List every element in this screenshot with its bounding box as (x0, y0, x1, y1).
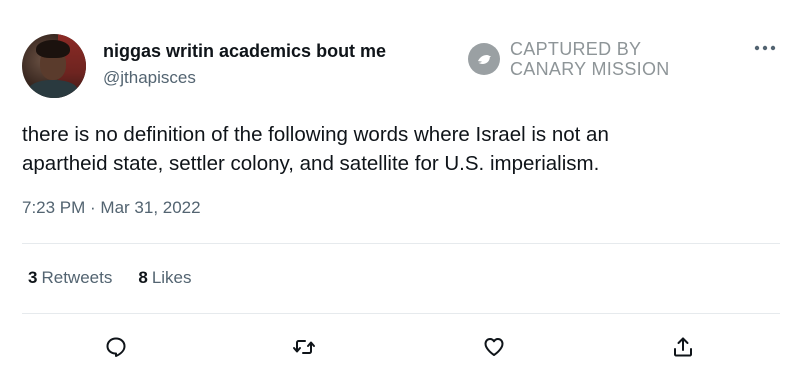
tweet-text: there is no definition of the following … (22, 120, 762, 178)
retweets-stat[interactable]: 3 Retweets (28, 268, 112, 288)
avatar-hair (36, 40, 70, 58)
share-button[interactable] (666, 330, 700, 364)
action-bar (0, 330, 800, 364)
reply-icon (106, 337, 126, 357)
divider (22, 313, 780, 314)
likes-label: Likes (151, 268, 192, 287)
bird-logo-icon (468, 43, 500, 75)
retweets-count: 3 (28, 268, 38, 287)
tweet-text-line-1: there is no definition of the following … (22, 123, 609, 146)
heart-icon (484, 338, 504, 356)
like-button[interactable] (477, 330, 511, 364)
tweet-card: niggas writin academics bout me @jthapis… (0, 0, 800, 376)
reply-button[interactable] (99, 330, 133, 364)
retweet-icon (293, 340, 315, 354)
watermark: CAPTURED BY CANARY MISSION (468, 38, 670, 80)
watermark-line-1: CAPTURED BY (510, 39, 642, 59)
tweet-stats: 3 Retweets 8 Likes (28, 268, 218, 288)
retweet-button[interactable] (287, 330, 321, 364)
watermark-line-2: CANARY MISSION (510, 59, 670, 79)
share-icon (674, 337, 692, 357)
tweet-text-line-2: apartheid state, settler colony, and sat… (22, 152, 600, 175)
likes-stat[interactable]: 8 Likes (138, 268, 191, 288)
retweets-label: Retweets (41, 268, 113, 287)
more-horizontal-icon[interactable] (752, 38, 778, 58)
user-handle[interactable]: @jthapisces (103, 68, 196, 88)
display-name[interactable]: niggas writin academics bout me (103, 41, 386, 62)
likes-count: 8 (138, 268, 148, 287)
avatar-shirt (28, 80, 78, 98)
divider (22, 243, 780, 244)
tweet-timestamp[interactable]: 7:23 PM · Mar 31, 2022 (22, 198, 201, 218)
avatar[interactable] (22, 34, 86, 98)
